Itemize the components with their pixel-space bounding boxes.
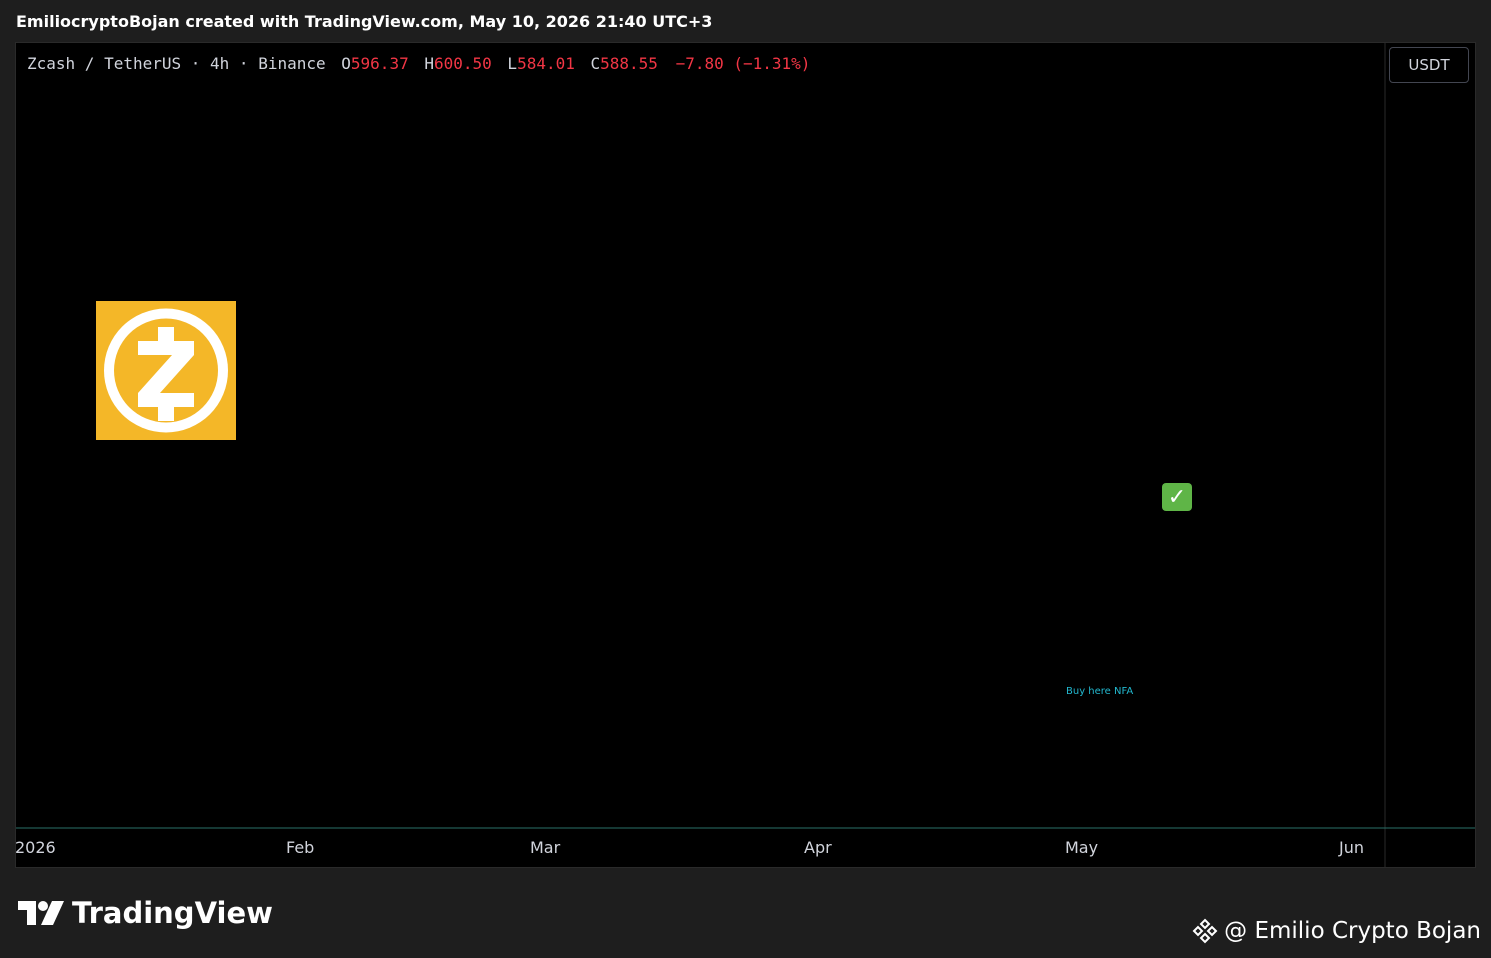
time-tick-mar: Mar: [530, 838, 561, 857]
open-value: 596.37: [350, 54, 409, 73]
high-value: 600.50: [433, 54, 492, 73]
author-name: @ Emilio Crypto Bojan: [1224, 918, 1481, 944]
time-tick-feb: Feb: [286, 838, 315, 857]
change-value: −7.80 (−1.31%): [675, 54, 811, 73]
time-tick-may: May: [1065, 838, 1099, 857]
time-tick-2026: 2026: [15, 838, 56, 857]
binance-diamond-icon: [1192, 918, 1218, 944]
chart-caption: EmiliocryptoBojan created with TradingVi…: [16, 12, 713, 31]
ohlc-legend: Zcash / TetherUS · 4h · Binance O596.37 …: [27, 54, 810, 73]
tradingview-wordmark: TradingView: [72, 896, 273, 930]
open-label: O: [341, 54, 351, 73]
zcash-logo-icon: [96, 301, 236, 440]
high-label: H: [424, 54, 434, 73]
chart-panel[interactable]: [15, 42, 1476, 868]
author-credit: @ Emilio Crypto Bojan: [1192, 918, 1481, 944]
time-tick-jun: Jun: [1339, 838, 1364, 857]
price-chart[interactable]: [16, 43, 1476, 868]
buy-zone-label: Buy here NFA: [1066, 686, 1134, 697]
symbol-title[interactable]: Zcash / TetherUS · 4h · Binance: [27, 54, 326, 73]
low-value: 584.01: [517, 54, 575, 73]
close-value: 588.55: [600, 54, 658, 73]
close-label: C: [590, 54, 601, 73]
check-mark-icon: ✓: [1162, 483, 1192, 511]
time-axis[interactable]: 2026 Feb Mar Apr May Jun: [15, 827, 1384, 867]
time-tick-apr: Apr: [804, 838, 832, 857]
low-label: L: [507, 54, 518, 73]
tradingview-logo-icon: [18, 901, 64, 925]
currency-button[interactable]: USDT: [1389, 47, 1469, 83]
tradingview-logo[interactable]: TradingView: [18, 896, 273, 930]
